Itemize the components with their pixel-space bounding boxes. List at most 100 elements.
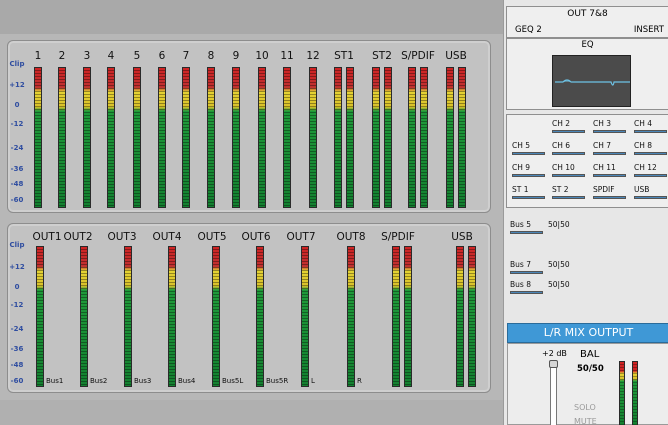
output-meter: [80, 246, 88, 387]
bus-send-label: Bus 7: [510, 260, 531, 269]
send-label: CH 11: [593, 163, 616, 172]
bus-send-bar[interactable]: [510, 271, 543, 274]
output-channel-label: OUT7: [286, 231, 316, 243]
mute-button[interactable]: MUTE: [574, 417, 597, 425]
output-channel-label: S/PDIF: [381, 231, 415, 243]
bus-balance: 50|50: [548, 220, 570, 229]
send-level-bar[interactable]: [634, 130, 667, 133]
out78-section[interactable]: OUT 7&8 GEQ 2 INSERT: [506, 6, 668, 38]
input-scale-label: -60: [10, 196, 24, 204]
input-channel-label: ST1: [334, 50, 354, 62]
output-meter: [301, 246, 309, 387]
output-channel-label: OUT4: [152, 231, 182, 243]
bus-send-bar[interactable]: [510, 231, 543, 234]
send-grid: CH 2 CH 3 CH 4 CH 5 CH 6 CH 7 CH 8 CH 9 CH 10 CH …: [506, 114, 668, 208]
lr-meter-left: [619, 361, 625, 425]
send-level-bar[interactable]: [634, 152, 667, 155]
gain-value: +2 dB: [542, 349, 567, 358]
output-meter: [347, 246, 355, 387]
output-scale-label: 0: [14, 283, 20, 291]
send-label: SPDIF: [593, 185, 615, 194]
input-meter: [182, 67, 190, 208]
send-level-bar[interactable]: [634, 174, 667, 177]
send-level-bar[interactable]: [552, 196, 585, 199]
send-label: CH 12: [634, 163, 657, 172]
send-label: CH 6: [552, 141, 571, 150]
eq-curve: [555, 79, 630, 86]
solo-button[interactable]: SOLO: [574, 403, 596, 412]
bus-assign-label: Bus1: [46, 377, 64, 385]
send-label: ST 1: [512, 185, 529, 194]
input-channel-label: USB: [445, 50, 467, 62]
output-scale-label: -60: [10, 377, 24, 385]
input-meter: [458, 67, 466, 208]
input-meter: [283, 67, 291, 208]
input-scale-label: -24: [10, 144, 24, 152]
output-scale-label: -24: [10, 325, 24, 333]
lr-fader-track[interactable]: [550, 366, 557, 425]
send-label: CH 9: [512, 163, 531, 172]
bus-send-label: Bus 8: [510, 280, 531, 289]
output-meter: [256, 246, 264, 387]
output-meter: [36, 246, 44, 387]
bus-send-label: Bus 5: [510, 220, 531, 229]
input-meter: [107, 67, 115, 208]
insert-label[interactable]: INSERT: [634, 25, 664, 35]
output-scale-label: Clip: [9, 241, 25, 249]
input-scale-label: +12: [9, 81, 25, 89]
output-meter-spdif: [404, 246, 412, 387]
meter-panel: Clip +12 0 -12 -24 -36 -48 -60 Clip +12 0 -12 -24 -36…: [0, 0, 503, 425]
input-meter: [232, 67, 240, 208]
bus-send-bar[interactable]: [510, 291, 543, 294]
lr-mix-header[interactable]: L/R MIX OUTPUT: [507, 323, 668, 343]
input-meter: [420, 67, 428, 208]
toolbar-band: [0, 0, 503, 34]
input-channel-label: ST2: [372, 50, 392, 62]
send-level-bar[interactable]: [552, 130, 585, 133]
bus-assign-label: Bus4: [178, 377, 196, 385]
bal-value[interactable]: 50/50: [577, 364, 604, 374]
bottom-band: [0, 400, 503, 425]
input-meter: [408, 67, 416, 208]
input-meter: [58, 67, 66, 208]
send-level-bar[interactable]: [512, 152, 545, 155]
lr-fader-handle[interactable]: [549, 360, 558, 368]
output-meter-spdif: [392, 246, 400, 387]
input-scale-label: -48: [10, 180, 24, 188]
send-level-bar[interactable]: [593, 196, 626, 199]
send-level-bar[interactable]: [593, 152, 626, 155]
send-level-bar[interactable]: [552, 174, 585, 177]
output-meter-usb: [456, 246, 464, 387]
bus-assign-label: Bus3: [134, 377, 152, 385]
input-meter: [372, 67, 380, 208]
eq-section[interactable]: EQ: [506, 38, 668, 110]
bus-balance: 50|50: [548, 260, 570, 269]
side-panel: OUT 7&8 GEQ 2 INSERT EQ CH 2 CH 3 CH 4 CH 5…: [503, 0, 668, 425]
input-scale-label: -36: [10, 165, 24, 173]
output-scale-label: -48: [10, 361, 24, 369]
send-label: CH 10: [552, 163, 575, 172]
geq-label[interactable]: GEQ 2: [515, 25, 542, 35]
input-scale-label: -12: [10, 120, 24, 128]
send-level-bar[interactable]: [512, 174, 545, 177]
output-channel-label: OUT2: [63, 231, 93, 243]
output-scale-label: +12: [9, 263, 25, 271]
send-label: CH 8: [634, 141, 653, 150]
input-meters-box: [7, 40, 491, 213]
send-level-bar[interactable]: [512, 196, 545, 199]
send-label: CH 7: [593, 141, 612, 150]
send-level-bar[interactable]: [634, 196, 667, 199]
output-channel-label: OUT8: [336, 231, 366, 243]
input-meter: [446, 67, 454, 208]
send-level-bar[interactable]: [552, 152, 585, 155]
send-level-bar[interactable]: [593, 130, 626, 133]
send-level-bar[interactable]: [593, 174, 626, 177]
output-meter: [212, 246, 220, 387]
input-meter: [334, 67, 342, 208]
output-channel-label: OUT6: [241, 231, 271, 243]
input-channel-label: S/PDIF: [401, 50, 435, 62]
output-meter-usb: [468, 246, 476, 387]
eq-curve-display[interactable]: [552, 55, 631, 107]
input-meter: [207, 67, 215, 208]
send-label: USB: [634, 185, 650, 194]
